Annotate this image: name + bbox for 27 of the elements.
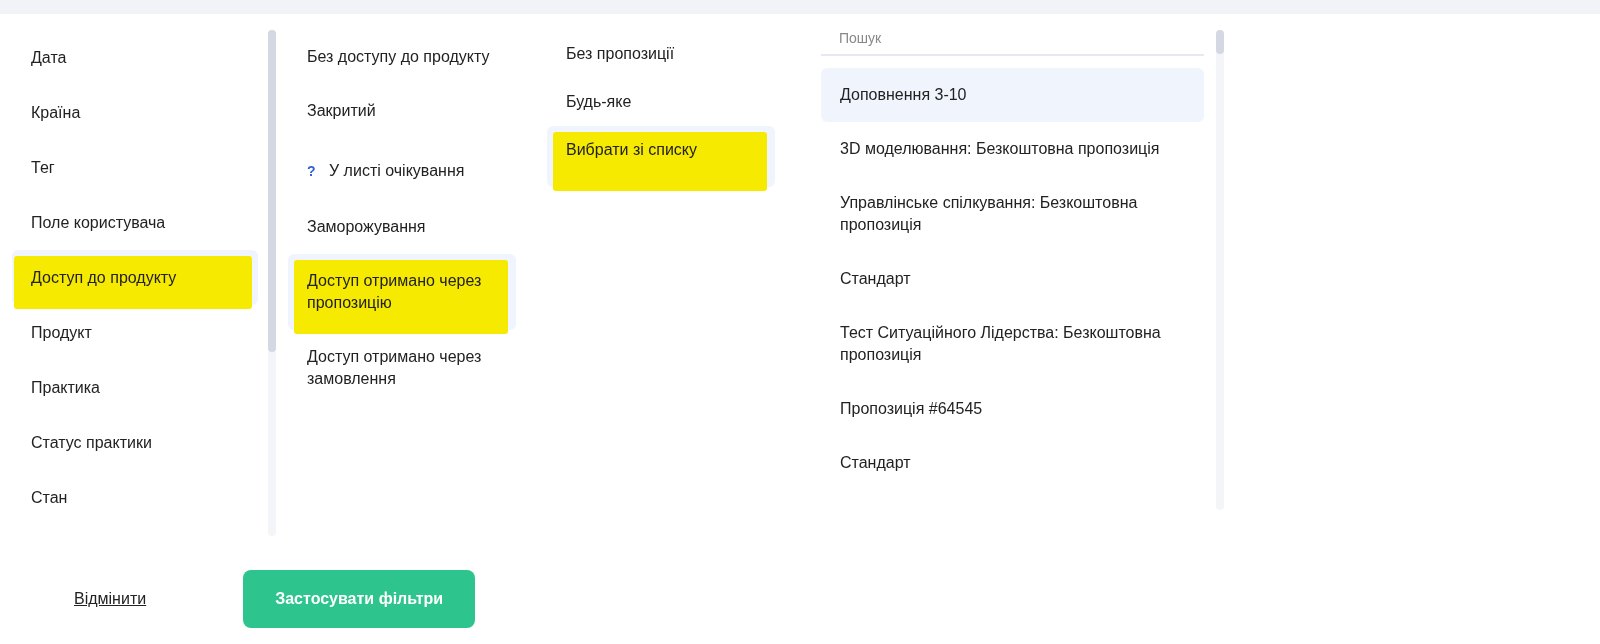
help-icon[interactable]: ? xyxy=(307,160,319,182)
offer-list-item[interactable]: Доповнення 3-10 xyxy=(821,68,1204,122)
category-item[interactable]: Тег xyxy=(12,140,258,195)
access-option[interactable]: Заморожування xyxy=(288,200,516,254)
category-item[interactable]: Поле користувача xyxy=(12,195,258,250)
category-item[interactable]: Дата xyxy=(12,30,258,85)
access-option[interactable]: Доступ отримано через замовлення xyxy=(288,330,516,406)
search-field[interactable]: Пошук xyxy=(821,30,1204,56)
cancel-link[interactable]: Відмінити xyxy=(74,590,147,608)
category-item[interactable]: Практика xyxy=(12,360,258,415)
access-option[interactable]: Без доступу до продукту xyxy=(288,30,516,84)
access-option[interactable]: Закритий xyxy=(288,84,516,138)
offer-list-item[interactable]: Пропозиція #64545 xyxy=(821,382,1204,436)
offer-list-item[interactable]: Управлінське спілкування: Безкоштовна пропозиція xyxy=(821,176,1204,252)
category-item[interactable]: Країна xyxy=(12,85,258,140)
offer-list-item[interactable]: Тест Ситуаційного Лідерства: Безкоштовна пропозиція xyxy=(821,306,1204,382)
scrollbar[interactable] xyxy=(1216,30,1224,510)
category-item[interactable]: Продукт xyxy=(12,305,258,360)
category-item[interactable]: Статус практики xyxy=(12,415,258,470)
offer-list-item[interactable]: Стандарт xyxy=(821,252,1204,306)
scrollbar[interactable] xyxy=(268,30,276,536)
offer-list-item[interactable]: 3D моделювання: Безкоштовна пропозиція xyxy=(821,122,1204,176)
category-item[interactable]: Стан xyxy=(12,470,258,525)
access-option[interactable]: ? У листі очікування xyxy=(288,138,516,200)
offer-list-item[interactable]: Стандарт xyxy=(821,436,1204,490)
offer-option[interactable]: Без пропозиції xyxy=(547,30,775,78)
offer-option[interactable]: Будь-яке xyxy=(547,78,775,126)
